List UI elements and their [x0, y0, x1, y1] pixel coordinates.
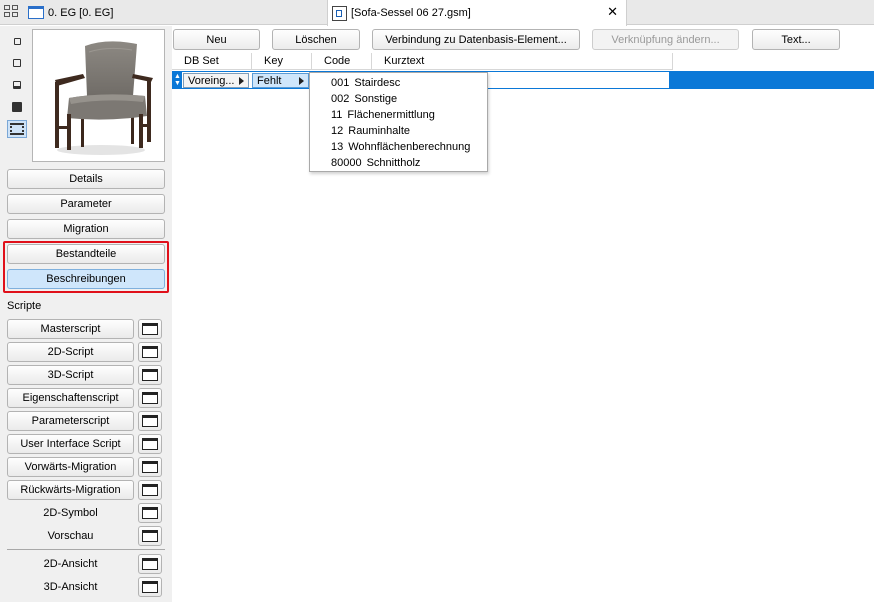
- dbset-value: Voreing...: [188, 74, 235, 87]
- row-selection-fill: [669, 71, 874, 89]
- film-strip-view-icon[interactable]: [7, 120, 27, 138]
- key-dropdown-menu: 001 Stairdesc 002 Sonstige 11 Flächenermitt…: [309, 72, 488, 172]
- open-window-icon[interactable]: [138, 480, 162, 500]
- rueckwaerts-migration-button[interactable]: Rückwärts-Migration: [7, 480, 134, 500]
- menu-item[interactable]: 11 Flächenermittlung: [310, 107, 487, 123]
- script-row-vorwaerts: Vorwärts-Migration: [7, 457, 165, 477]
- vorschau-label: Vorschau: [47, 530, 94, 542]
- open-window-icon[interactable]: [138, 434, 162, 454]
- parameter-button[interactable]: Parameter: [7, 194, 165, 214]
- script-row-eigenschaften: Eigenschaftenscript: [7, 388, 165, 408]
- 3d-script-button[interactable]: 3D-Script: [7, 365, 134, 385]
- tab-overview-grid-icon[interactable]: [4, 5, 20, 19]
- open-window-icon[interactable]: [138, 503, 162, 523]
- descriptions-editor: Neu Löschen Verbindung zu Datenbasis-Ele…: [172, 26, 874, 602]
- floor-plan-icon: [28, 6, 44, 19]
- tab-bar: 0. EG [0. EG] [Sofa-Sessel 06 27.gsm] ✕: [0, 0, 874, 26]
- open-window-icon[interactable]: [138, 342, 162, 362]
- 2d-symbol-view-icon[interactable]: [7, 32, 27, 50]
- row-reorder-icon[interactable]: ▲ ▼: [173, 72, 182, 88]
- close-tab-icon[interactable]: ✕: [607, 5, 618, 19]
- library-part-sidebar: Details Parameter Migration Bestandteile…: [0, 26, 172, 602]
- verbindung-datenbasis-button[interactable]: Verbindung zu Datenbasis-Element...: [372, 29, 580, 50]
- eigenschaftenscript-button[interactable]: Eigenschaftenscript: [7, 388, 134, 408]
- text-button[interactable]: Text...: [752, 29, 840, 50]
- preview-view-switcher: [7, 32, 27, 142]
- open-window-icon[interactable]: [138, 457, 162, 477]
- open-window-icon[interactable]: [138, 411, 162, 431]
- 2d-ansicht-label: 2D-Ansicht: [43, 558, 98, 570]
- submenu-arrow-icon: [239, 77, 244, 85]
- script-row-ui: User Interface Script: [7, 434, 165, 454]
- masterscript-button[interactable]: Masterscript: [7, 319, 134, 339]
- script-row-3d-ansicht: 3D-Ansicht: [7, 577, 165, 597]
- armchair-preview-picture: [55, 41, 153, 155]
- 3d-ansicht-label: 3D-Ansicht: [43, 581, 98, 593]
- menu-item[interactable]: 80000 Schnittholz: [310, 155, 487, 171]
- menu-item[interactable]: 002 Sonstige: [310, 91, 487, 107]
- tab-floor-plan-label: 0. EG [0. EG]: [48, 6, 114, 19]
- column-header-key[interactable]: Key: [252, 53, 312, 70]
- open-window-icon[interactable]: [138, 577, 162, 597]
- tab-gsm-object[interactable]: [Sofa-Sessel 06 27.gsm] ✕: [327, 0, 627, 26]
- column-header-dbset[interactable]: DB Set: [172, 53, 252, 70]
- vorwaerts-migration-button[interactable]: Vorwärts-Migration: [7, 457, 134, 477]
- 2d-symbol-label: 2D-Symbol: [43, 507, 98, 519]
- script-row-rueckwaerts: Rückwärts-Migration: [7, 480, 165, 500]
- verknuepfung-aendern-button[interactable]: Verknüpfung ändern...: [592, 29, 739, 50]
- script-row-2d: 2D-Script: [7, 342, 165, 362]
- object-outline-view-icon[interactable]: [7, 76, 27, 94]
- parameterscript-button[interactable]: Parameterscript: [7, 411, 134, 431]
- open-window-icon[interactable]: [138, 388, 162, 408]
- object-preview-image: [32, 29, 165, 162]
- 2d-script-button[interactable]: 2D-Script: [7, 342, 134, 362]
- key-value: Fehlt: [257, 74, 282, 87]
- gsm-object-icon: [332, 5, 347, 21]
- menu-item[interactable]: 13 Wohnflächenberechnung: [310, 139, 487, 155]
- script-row-2d-ansicht: 2D-Ansicht: [7, 554, 165, 574]
- highlight-frame: [3, 241, 169, 293]
- user-interface-script-button[interactable]: User Interface Script: [7, 434, 134, 454]
- open-window-icon[interactable]: [138, 319, 162, 339]
- column-header-kurztext[interactable]: Kurztext: [372, 53, 673, 70]
- sidebar-divider: [7, 549, 165, 550]
- migration-button[interactable]: Migration: [7, 219, 165, 239]
- menu-item[interactable]: 001 Stairdesc: [310, 75, 487, 91]
- submenu-arrow-icon: [299, 77, 304, 85]
- 2d-outline-view-icon[interactable]: [7, 54, 27, 72]
- scripts-heading: Scripte: [7, 300, 42, 312]
- 3d-cube-view-icon[interactable]: [7, 98, 27, 116]
- script-row-2d-symbol: 2D-Symbol: [7, 503, 165, 523]
- script-row-vorschau: Vorschau: [7, 526, 165, 546]
- column-header-code[interactable]: Code: [312, 53, 372, 70]
- tab-gsm-object-label: [Sofa-Sessel 06 27.gsm]: [351, 7, 471, 19]
- neu-button[interactable]: Neu: [173, 29, 260, 50]
- script-row-parameter: Parameterscript: [7, 411, 165, 431]
- key-popup[interactable]: Fehlt: [252, 73, 309, 88]
- tab-floor-plan[interactable]: 0. EG [0. EG]: [28, 2, 113, 23]
- open-window-icon[interactable]: [138, 526, 162, 546]
- open-window-icon[interactable]: [138, 365, 162, 385]
- menu-item[interactable]: 12 Rauminhalte: [310, 123, 487, 139]
- dbset-popup[interactable]: Voreing...: [183, 73, 249, 88]
- loeschen-button[interactable]: Löschen: [272, 29, 360, 50]
- open-window-icon[interactable]: [138, 554, 162, 574]
- table-row[interactable]: ▲ ▼ Voreing... Fehlt: [172, 71, 874, 89]
- script-row-master: Masterscript: [7, 319, 165, 339]
- script-row-3d: 3D-Script: [7, 365, 165, 385]
- details-button[interactable]: Details: [7, 169, 165, 189]
